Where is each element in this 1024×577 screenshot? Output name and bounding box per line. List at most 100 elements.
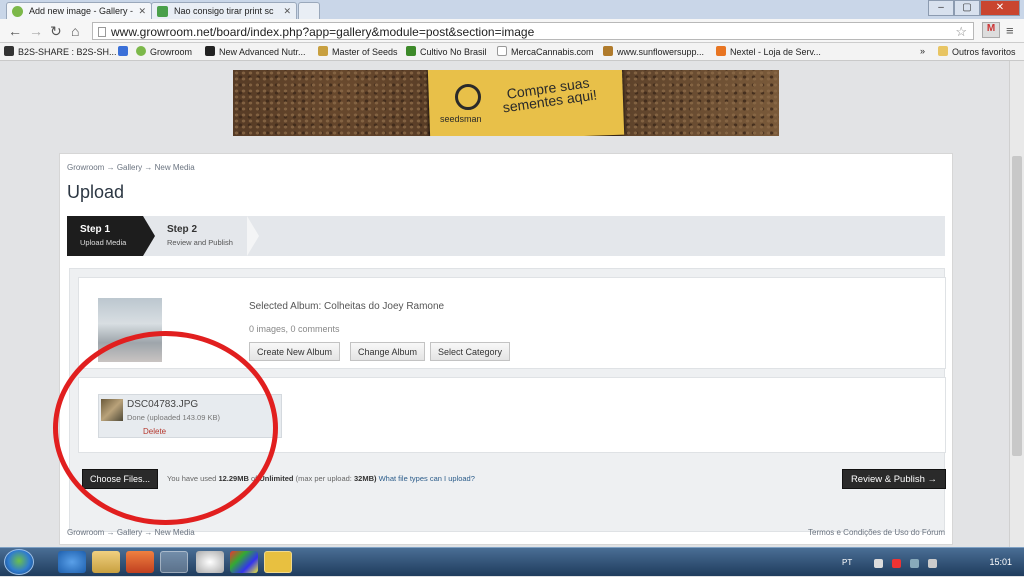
step-1-active: Step 1 Upload Media — [67, 216, 155, 256]
bookmark-label: Nextel - Loja de Serv... — [730, 47, 821, 57]
bookmarks-bar: B2S-SHARE : B2S-SH... Growroom New Advan… — [0, 43, 1024, 61]
bookmark-item[interactable]: New Advanced Nutr... — [205, 46, 306, 57]
bookmark-label: Cultivo No Brasil — [420, 47, 487, 57]
bookmark-label: Growroom — [150, 47, 193, 57]
google-bookmark-icon[interactable] — [118, 46, 132, 57]
windows-taskbar: PT 15:01 — [0, 547, 1024, 576]
clock[interactable]: 15:01 — [989, 557, 1012, 567]
breadcrumb-arrow: → — [106, 163, 115, 172]
bookmark-label: Master of Seeds — [332, 47, 398, 57]
seedsman-logo-icon — [455, 84, 481, 110]
volume-icon[interactable] — [928, 559, 937, 568]
breadcrumb-growroom[interactable]: Growroom — [67, 163, 104, 172]
choose-files-button[interactable]: Choose Files... — [82, 469, 159, 489]
browser-tab-strip: Add new image - Gallery - ✕ Nao consigo … — [0, 0, 1024, 19]
breadcrumb-gallery[interactable]: Gallery — [117, 528, 142, 537]
footer-breadcrumb: Growroom → Gallery → New Media — [67, 528, 195, 537]
close-window-icon[interactable]: ✕ — [980, 0, 1020, 16]
bookmark-item[interactable]: www.sunflowersupp... — [603, 46, 704, 57]
usage-info: You have used 12.29MB of Unlimited (max … — [167, 474, 475, 483]
browser-toolbar: ← → ↻ ⌂ www.growroom.net/board/index.php… — [0, 19, 1024, 43]
bookmark-label: Outros favoritos — [952, 47, 1016, 57]
forward-arrow-icon[interactable]: → — [29, 23, 43, 39]
upload-panel: Growroom → Gallery → New Media Upload St… — [59, 153, 953, 545]
change-album-button[interactable]: Change Album — [350, 342, 426, 361]
breadcrumb-new-media: New Media — [154, 528, 195, 537]
page-icon — [98, 27, 106, 37]
file-types-help-link[interactable]: What file types can I upload? — [379, 474, 475, 483]
back-arrow-icon[interactable]: ← — [8, 23, 22, 39]
step-1-title: Step 1 — [80, 224, 111, 235]
vertical-scrollbar[interactable] — [1009, 61, 1024, 547]
usage-of: of — [250, 474, 258, 483]
ie-icon[interactable] — [58, 551, 86, 573]
tray-flag-icon[interactable] — [892, 559, 901, 568]
network-icon[interactable] — [910, 559, 919, 568]
more-bookmarks-chevron[interactable]: » — [920, 46, 925, 56]
address-bar[interactable]: www.growroom.net/board/index.php?app=gal… — [92, 22, 974, 40]
uploaded-file-item: DSC04783.JPG Done (uploaded 143.09 KB) D… — [98, 394, 282, 438]
scrollbar-thumb[interactable] — [1012, 156, 1022, 456]
tray-arrow-icon[interactable] — [874, 559, 883, 568]
terms-link[interactable]: Termos e Condições de Uso do Fórum — [808, 528, 945, 537]
step-progress: Step 1 Upload Media Step 2 Review and Pu… — [67, 216, 945, 256]
usage-prefix: You have used — [167, 474, 217, 483]
breadcrumb: Growroom → Gallery → New Media — [67, 163, 195, 172]
url-text: www.growroom.net/board/index.php?app=gal… — [111, 25, 535, 39]
album-counts: 0 images, 0 comments — [249, 324, 340, 334]
bookmark-star-icon[interactable]: ☆ — [955, 24, 967, 40]
file-thumbnail — [101, 399, 123, 421]
bookmark-item[interactable]: Cultivo No Brasil — [406, 46, 487, 57]
reload-icon[interactable]: ↻ — [50, 23, 62, 40]
seedsman-ad-banner[interactable]: seedsman Compre suas sementes aqui! — [233, 70, 779, 136]
bookmark-item[interactable]: Master of Seeds — [318, 46, 398, 57]
paint-icon[interactable] — [230, 551, 258, 573]
create-new-album-button[interactable]: Create New Album — [249, 342, 341, 361]
bookmark-item[interactable]: MercaCannabis.com — [497, 46, 594, 57]
tab-nao-consigo[interactable]: Nao consigo tirar print sc ✕ — [151, 2, 297, 19]
step-1-subtitle: Upload Media — [80, 238, 127, 247]
home-icon[interactable]: ⌂ — [71, 23, 79, 39]
max-prefix: (max per upload: — [295, 474, 352, 483]
bookmark-item[interactable]: B2S-SHARE : B2S-SH... — [4, 46, 117, 57]
tab-title: Nao consigo tirar print sc — [174, 6, 274, 16]
step-2-title: Step 2 — [167, 224, 198, 235]
usage-limit: Unlimited — [259, 474, 294, 483]
file-name: DSC04783.JPG — [127, 399, 199, 410]
breadcrumb-new-media: New Media — [154, 163, 195, 172]
snipping-tool-icon[interactable] — [264, 551, 292, 573]
close-tab-icon[interactable]: ✕ — [138, 6, 146, 17]
bookmark-label: www.sunflowersupp... — [617, 47, 705, 57]
review-publish-button[interactable]: Review & Publish → — [841, 469, 946, 489]
media-player-icon[interactable] — [126, 551, 154, 573]
chrome-icon[interactable] — [160, 551, 188, 573]
breadcrumb-growroom[interactable]: Growroom — [67, 528, 104, 537]
maximize-icon[interactable]: ▢ — [954, 0, 980, 16]
breadcrumb-gallery[interactable]: Gallery — [117, 163, 142, 172]
usage-used: 12.29MB — [218, 474, 249, 483]
tab-add-new-image[interactable]: Add new image - Gallery - ✕ — [6, 2, 152, 19]
language-indicator[interactable]: PT — [842, 558, 852, 567]
app-icon[interactable] — [196, 551, 224, 573]
uploaded-files-list: DSC04783.JPG Done (uploaded 143.09 KB) D… — [78, 377, 946, 453]
select-category-button[interactable]: Select Category — [430, 342, 511, 361]
system-tray: PT 15:01 — [834, 548, 1024, 577]
bookmark-label: MercaCannabis.com — [511, 47, 594, 57]
forum-favicon-icon — [157, 6, 168, 17]
bookmark-item[interactable]: Nextel - Loja de Serv... — [716, 46, 821, 57]
gmail-extension-icon[interactable]: M — [982, 22, 1000, 38]
delete-file-link[interactable]: Delete — [143, 427, 166, 436]
close-tab-icon[interactable]: ✕ — [283, 6, 291, 17]
start-button-icon[interactable] — [4, 549, 34, 575]
other-bookmarks-folder[interactable]: Outros favoritos — [938, 46, 1016, 57]
bookmark-label: New Advanced Nutr... — [219, 47, 306, 57]
tab-title: Add new image - Gallery - — [29, 6, 134, 16]
page-title: Upload — [67, 182, 125, 202]
upload-actions-bar: Choose Files... You have used 12.29MB of… — [78, 461, 946, 497]
explorer-icon[interactable] — [92, 551, 120, 573]
max-upload: 32MB) — [353, 474, 377, 483]
minimize-icon[interactable]: – — [928, 0, 954, 16]
new-tab-button[interactable] — [298, 2, 320, 19]
bookmark-item[interactable]: Growroom — [136, 46, 192, 57]
wrench-menu-icon[interactable]: ≡ — [1006, 23, 1014, 38]
